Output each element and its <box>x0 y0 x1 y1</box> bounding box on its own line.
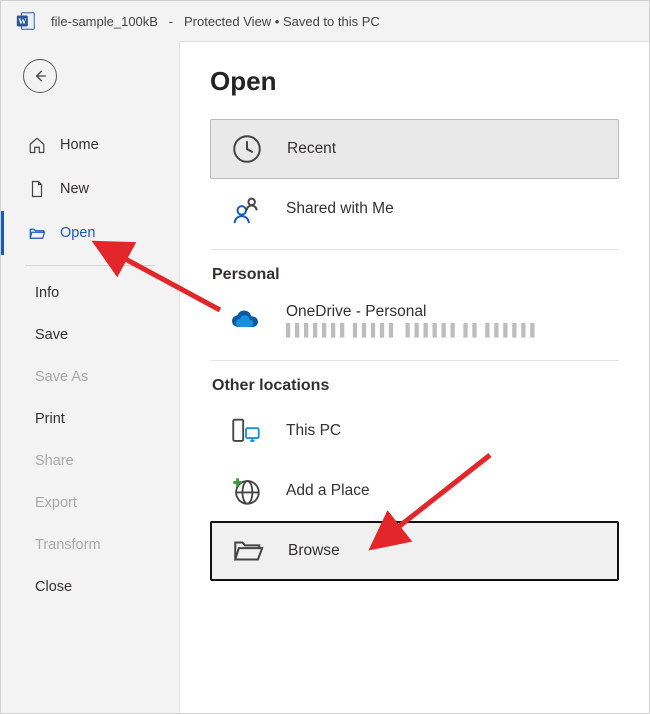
sidebar-item-label: Close <box>35 579 72 595</box>
sidebar-item-close[interactable]: Close <box>1 566 179 608</box>
sidebar-item-saveas: Save As <box>1 356 179 398</box>
backstage-sidebar: Home New Open Info Save Save As Print Sh… <box>1 41 179 713</box>
titlebar: W file-sample_100kB - Protected View • S… <box>1 1 649 41</box>
sidebar-item-home[interactable]: Home <box>1 123 179 167</box>
open-panel: Open Recent Shared with Me Personal <box>179 41 649 713</box>
location-label: This PC <box>286 422 341 440</box>
sidebar-item-label: Transform <box>35 537 101 553</box>
folder-open-icon <box>228 531 268 571</box>
page-title: Open <box>210 66 619 97</box>
cloud-icon <box>226 300 266 340</box>
sidebar-item-label: Save <box>35 327 68 343</box>
document-icon <box>28 180 46 198</box>
globe-plus-icon <box>226 471 266 511</box>
location-onedrive[interactable]: OneDrive - Personal ▌▌▌▌▌▌▌ ▌▌▌▌▌ ▌▌▌▌▌▌… <box>210 290 619 350</box>
location-recent[interactable]: Recent <box>210 119 619 179</box>
sidebar-item-label: Share <box>35 453 74 469</box>
section-other-label: Other locations <box>212 377 619 395</box>
sidebar-item-transform: Transform <box>1 524 179 566</box>
section-divider <box>210 249 619 250</box>
sidebar-item-label: Export <box>35 495 77 511</box>
window-title-separator: - <box>162 14 181 29</box>
onedrive-email-obscured: ▌▌▌▌▌▌▌ ▌▌▌▌▌ ▌▌▌▌▌▌ ▌▌ ▌▌▌▌▌▌ <box>286 323 539 337</box>
sidebar-item-label: New <box>60 181 89 197</box>
sidebar-item-label: Info <box>35 285 59 301</box>
sidebar-item-label: Home <box>60 137 99 153</box>
location-addplace[interactable]: Add a Place <box>210 461 619 521</box>
sidebar-item-save[interactable]: Save <box>1 314 179 356</box>
location-label: Recent <box>287 140 336 158</box>
window-title: file-sample_100kB - Protected View • Sav… <box>51 14 380 29</box>
sidebar-divider <box>25 265 155 272</box>
section-personal-label: Personal <box>212 266 619 284</box>
location-label: Add a Place <box>286 482 370 500</box>
sidebar-item-label: Save As <box>35 369 88 385</box>
location-text: OneDrive - Personal ▌▌▌▌▌▌▌ ▌▌▌▌▌ ▌▌▌▌▌▌… <box>286 303 539 337</box>
section-divider <box>210 360 619 361</box>
word-app-icon: W <box>15 10 37 32</box>
sidebar-item-info[interactable]: Info <box>1 272 179 314</box>
location-label: Shared with Me <box>286 200 394 218</box>
sidebar-item-new[interactable]: New <box>1 167 179 211</box>
location-label: Browse <box>288 542 340 560</box>
arrow-left-icon <box>32 68 48 84</box>
location-thispc[interactable]: This PC <box>210 401 619 461</box>
svg-text:W: W <box>18 17 27 26</box>
folder-open-icon <box>28 224 46 242</box>
location-shared[interactable]: Shared with Me <box>210 179 619 239</box>
sidebar-item-print[interactable]: Print <box>1 398 179 440</box>
sidebar-item-export: Export <box>1 482 179 524</box>
clock-icon <box>227 129 267 169</box>
home-icon <box>28 136 46 154</box>
window-filename: file-sample_100kB <box>51 14 158 29</box>
people-icon <box>226 189 266 229</box>
back-button[interactable] <box>23 59 57 93</box>
sidebar-item-share: Share <box>1 440 179 482</box>
location-label: OneDrive - Personal <box>286 303 539 321</box>
window-status: Protected View • Saved to this PC <box>184 14 380 29</box>
sidebar-item-label: Print <box>35 411 65 427</box>
thispc-icon <box>226 411 266 451</box>
location-browse[interactable]: Browse <box>210 521 619 581</box>
sidebar-item-label: Open <box>60 225 95 241</box>
sidebar-item-open[interactable]: Open <box>1 211 179 255</box>
